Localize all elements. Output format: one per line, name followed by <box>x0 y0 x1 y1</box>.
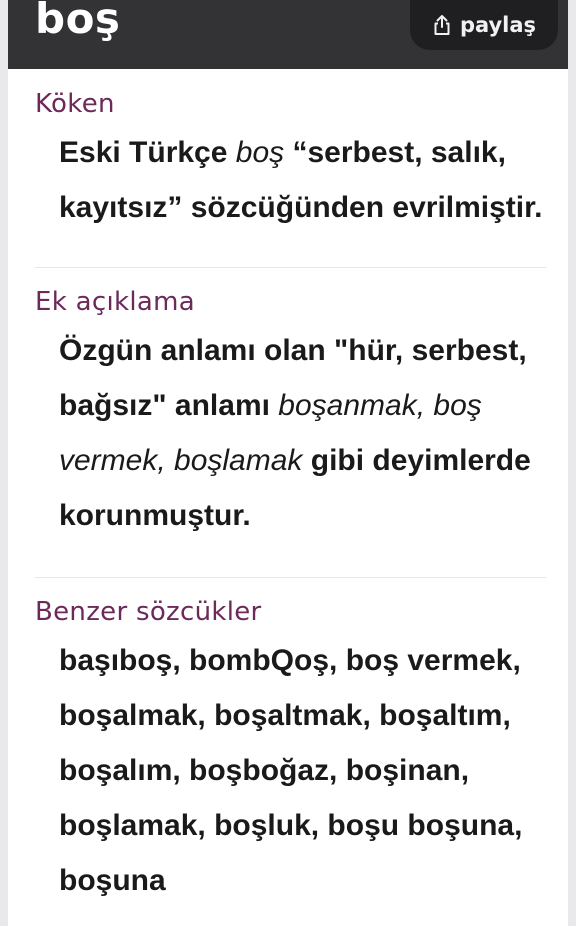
koken-italic-word[interactable]: boş <box>236 136 284 169</box>
left-edge <box>0 0 8 926</box>
section-heading-benzer-sozcukler: Benzer sözcükler <box>35 597 262 627</box>
section-heading-ek-aciklama: Ek açıklama <box>35 287 195 317</box>
header-bar: boş paylaş <box>8 0 568 69</box>
koken-text-1: Eski Türkçe <box>59 136 236 169</box>
share-button[interactable]: paylaş <box>410 0 558 50</box>
entry-card: Köken Eski Türkçe boş “serbest, salık, k… <box>8 69 568 926</box>
section-koken: Köken Eski Türkçe boş “serbest, salık, k… <box>35 89 546 235</box>
divider <box>35 267 546 268</box>
section-body-koken: Eski Türkçe boş “serbest, salık, kayıtsı… <box>35 125 546 235</box>
related-words-list[interactable]: başıboş, bombQoş, boş vermek, boşalmak, … <box>35 633 546 908</box>
section-benzer-sozcukler: Benzer sözcükler başıboş, bombQoş, boş v… <box>35 597 546 908</box>
word-title: boş <box>35 0 121 43</box>
right-edge <box>568 0 576 926</box>
section-heading-koken: Köken <box>35 89 115 119</box>
share-label: paylaş <box>459 13 537 37</box>
divider <box>35 577 546 578</box>
section-ek-aciklama: Ek açıklama Özgün anlamı olan "hür, serb… <box>35 287 546 543</box>
section-body-ek-aciklama: Özgün anlamı olan "hür, serbest, bağsız"… <box>35 323 546 543</box>
share-icon <box>434 15 450 35</box>
